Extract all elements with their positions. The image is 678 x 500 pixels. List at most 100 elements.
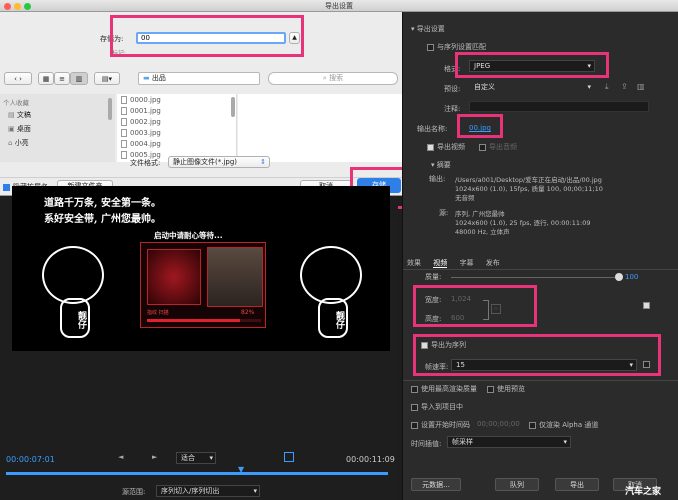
- list-view-button[interactable]: ≡: [54, 72, 70, 85]
- quality-value[interactable]: 100: [625, 273, 638, 281]
- playhead-icon[interactable]: ▼: [238, 465, 246, 475]
- current-timecode[interactable]: 00:00:07:01: [6, 455, 55, 464]
- video-preview: 道路千万条, 安全第一条。 系好安全带, 广州您最帅。 启动中请耐心等待... …: [12, 186, 390, 351]
- scan-label: 指纹 扫描: [147, 310, 169, 316]
- start-timecode-value[interactable]: 00;00;00;00: [477, 420, 520, 428]
- match-sequence-checkbox[interactable]: 与序列设置匹配: [427, 42, 486, 52]
- file-list-scrollbar[interactable]: [231, 97, 235, 117]
- queue-button[interactable]: 队列: [495, 478, 539, 491]
- export-video-checkbox[interactable]: 导出视频: [427, 142, 465, 152]
- fit-select[interactable]: 适合 ▾: [176, 452, 216, 464]
- checkbox-icon: [487, 385, 494, 393]
- file-icon: [121, 129, 127, 137]
- time-interp-select[interactable]: 帧采样 ▾: [447, 436, 571, 448]
- mascot-left-label: 靓仔: [60, 298, 90, 338]
- back-forward-buttons[interactable]: ‹ ›: [4, 72, 32, 85]
- column-view-button[interactable]: ▥: [70, 72, 88, 85]
- render-alpha-checkbox[interactable]: 仅渲染 Alpha 通道: [529, 420, 598, 430]
- export-audio-label: 导出音频: [489, 143, 517, 151]
- checkbox-icon: [529, 421, 536, 429]
- save-preset-icon[interactable]: ⤓: [605, 82, 609, 92]
- sidebar-item-label: 文稿: [16, 111, 31, 119]
- mark-out-icon[interactable]: ►: [152, 453, 157, 461]
- import-project-checkbox[interactable]: 导入到项目中: [411, 402, 463, 412]
- list-item[interactable]: 0001.jpg: [121, 107, 161, 115]
- file-name: 0000.jpg: [130, 96, 161, 104]
- preset-value: 自定义: [474, 83, 495, 91]
- sidebar-header: 个人收藏: [3, 99, 29, 107]
- zoom-window-button[interactable]: [24, 3, 31, 10]
- comment-input[interactable]: [469, 101, 649, 112]
- sidebar-scrollbar[interactable]: [108, 98, 112, 120]
- import-preset-icon[interactable]: ⇪: [621, 82, 628, 91]
- document-icon: ▤: [8, 111, 15, 119]
- timeline-bar[interactable]: [6, 472, 388, 475]
- section-export-settings[interactable]: ▾ 导出设置: [411, 24, 445, 34]
- video-loading-text: 启动中请耐心等待...: [154, 231, 223, 240]
- chevron-down-icon: ▾: [563, 438, 567, 446]
- preset-select[interactable]: 自定义 ▾: [469, 81, 595, 93]
- list-item[interactable]: 0000.jpg: [121, 96, 161, 104]
- section-title: 导出设置: [416, 25, 445, 33]
- source-line-3: 48000 Hz, 立体声: [455, 228, 510, 236]
- tab-effects[interactable]: 效果: [407, 259, 421, 267]
- sidebar-item-home[interactable]: ⌂ 小亮: [8, 138, 29, 148]
- export-video-label: 导出视频: [437, 143, 465, 151]
- quality-slider-track[interactable]: [451, 277, 619, 278]
- tab-divider: [403, 269, 678, 270]
- sidebar-item-documents[interactable]: ▤ 文稿: [8, 110, 31, 120]
- summary-toggle[interactable]: ▾ 摘要: [431, 160, 451, 170]
- export-settings-panel: ▾ 导出设置 与序列设置匹配 格式: JPEG ▾ 预设: 自定义 ▾ ⤓ ⇪ ▥ …: [402, 12, 678, 500]
- export-button[interactable]: 导出: [555, 478, 599, 491]
- desktop-icon: ▣: [8, 125, 15, 133]
- time-interp-label: 时间插值:: [411, 440, 442, 448]
- window-titlebar: 导出设置: [0, 0, 678, 12]
- file-format-select[interactable]: 静止图像文件(*.jpg) ⇕: [168, 156, 270, 168]
- list-item[interactable]: 0003.jpg: [121, 129, 161, 137]
- chevron-down-icon: ▾: [209, 454, 213, 462]
- max-render-checkbox[interactable]: 使用最高渲染质量: [411, 384, 477, 394]
- dimension-override-checkbox[interactable]: [643, 302, 650, 309]
- updown-icon: ⇕: [260, 158, 266, 166]
- sidebar-item-desktop[interactable]: ▣ 桌面: [8, 124, 31, 134]
- save-dialog: 存储为: 00 ▲ 标记: ‹ › ▦ ≡ ▥ ▤▾ ▬ 出品 ⌕ 搜索 个人收…: [0, 12, 408, 209]
- output-name-label: 输出名称:: [417, 125, 448, 133]
- folder-selector[interactable]: ▬ 出品: [138, 72, 260, 85]
- quality-slider-thumb[interactable]: [615, 273, 623, 281]
- tab-video[interactable]: 视频: [433, 259, 448, 268]
- search-field[interactable]: ⌕ 搜索: [268, 72, 398, 85]
- export-audio-checkbox[interactable]: 导出音频: [479, 142, 517, 152]
- home-icon: ⌂: [8, 139, 13, 147]
- mascot-left-head: [42, 246, 104, 304]
- quality-label: 质量:: [425, 273, 442, 281]
- checkbox-icon: [411, 421, 418, 429]
- fingerprint-icon: [147, 249, 201, 305]
- minimize-window-button[interactable]: [14, 3, 21, 10]
- list-item[interactable]: 0004.jpg: [121, 140, 161, 148]
- metadata-button[interactable]: 元数据...: [411, 478, 461, 491]
- gallery-icon: ▤▾: [101, 75, 113, 83]
- import-project-label: 导入到项目中: [421, 403, 463, 411]
- file-icon: [121, 118, 127, 126]
- tab-captions[interactable]: 字幕: [459, 259, 473, 267]
- icon-view-button[interactable]: ▦: [38, 72, 54, 85]
- folder-name: 出品: [151, 74, 166, 82]
- list-item[interactable]: 0002.jpg: [121, 118, 161, 126]
- match-sequence-label: 与序列设置匹配: [437, 43, 486, 51]
- safe-margins-icon[interactable]: [284, 452, 294, 462]
- tab-publish[interactable]: 发布: [486, 259, 500, 267]
- file-icon: [121, 107, 127, 115]
- chevron-left-icon: ‹ ›: [14, 75, 22, 83]
- search-placeholder: 搜索: [329, 74, 344, 82]
- time-interp-value: 帧采样: [452, 438, 473, 446]
- sidebar-item-label: 桌面: [16, 125, 31, 133]
- source-range-select[interactable]: 序列切入/序列切出 ▾: [156, 485, 260, 497]
- gallery-view-button[interactable]: ▤▾: [94, 72, 120, 85]
- mark-in-icon[interactable]: ◄: [118, 453, 123, 461]
- start-timecode-checkbox[interactable]: 设置开始时间码: [411, 420, 470, 430]
- use-preview-checkbox[interactable]: 使用预览: [487, 384, 525, 394]
- use-preview-label: 使用预览: [497, 385, 525, 393]
- output-line-3: 无音频: [455, 194, 475, 202]
- close-window-button[interactable]: [4, 3, 11, 10]
- trash-icon[interactable]: ▥: [637, 82, 645, 91]
